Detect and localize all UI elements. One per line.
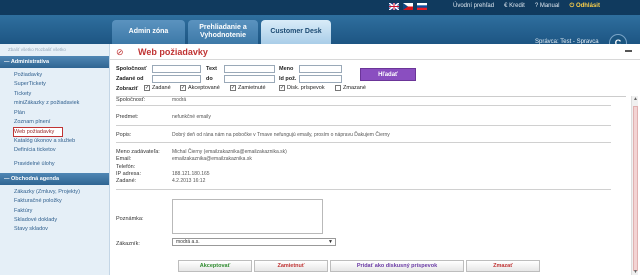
checkbox-deleted-box[interactable] bbox=[335, 85, 341, 91]
reject-button[interactable]: Zamietnuť bbox=[254, 260, 328, 272]
tab-admin-zone[interactable]: Admin zóna bbox=[112, 20, 185, 44]
divider bbox=[116, 189, 611, 190]
company-field-label: Spoločnosť: bbox=[116, 97, 146, 103]
add-discussion-button[interactable]: Pridať ako diskusný príspevok bbox=[330, 260, 464, 272]
description-value: Dobrý deň od rána nám na pobočke v Trnav… bbox=[172, 132, 390, 138]
home-link[interactable]: Úvodní prehľad bbox=[453, 3, 494, 10]
description-label: Popis: bbox=[116, 132, 132, 138]
sidebar-item-fulfillment-list[interactable]: Zoznam plnení bbox=[0, 118, 109, 127]
checkbox-accepted-box[interactable]: ✓ bbox=[180, 85, 186, 91]
filter-form: Spoločnosť Text Meno Zadané od do Id pož… bbox=[116, 65, 633, 95]
sidebar-item-requests[interactable]: Požiadavky bbox=[0, 71, 109, 80]
sidebar-item-regular-tasks[interactable]: Pravidelné úlohy bbox=[0, 160, 109, 169]
request-id-label: Id pož. bbox=[279, 76, 297, 82]
accept-button[interactable]: Akceptovať bbox=[178, 260, 252, 272]
checkbox-entered[interactable]: ✓ Zadané bbox=[144, 85, 171, 91]
scroll-down-icon[interactable]: ▼ bbox=[632, 269, 639, 275]
checkbox-rejected-box[interactable]: ✓ bbox=[230, 85, 236, 91]
to-label: do bbox=[206, 76, 213, 82]
scrollbar-thumb[interactable] bbox=[633, 106, 638, 271]
sidebar-item-contracts[interactable]: Zákazky (Zmluvy, Projekty) bbox=[0, 188, 109, 197]
sidebar-item-web-requests[interactable]: Web požiadavky bbox=[13, 127, 63, 137]
sidebar-item-stock-levels[interactable]: Stavy skladov bbox=[0, 225, 109, 234]
vertical-scrollbar[interactable]: ▲ ▼ bbox=[631, 96, 638, 275]
show-label: Zobraziť bbox=[116, 86, 139, 92]
search-button[interactable]: Hľadať bbox=[360, 68, 416, 81]
main-tabs: Admin zóna Prehliadanie a Vyhodnotenie C… bbox=[0, 15, 640, 52]
slovak-flag-icon[interactable] bbox=[417, 3, 427, 10]
delete-button[interactable]: Zmazať bbox=[466, 260, 540, 272]
scroll-up-icon[interactable]: ▲ bbox=[632, 96, 639, 102]
checkbox-discussion[interactable]: ✓ Disk. príspevok bbox=[279, 85, 325, 91]
company-label: Spoločnosť bbox=[116, 66, 147, 72]
submitter-name-label: Meno zadávateľa: bbox=[116, 149, 160, 155]
customer-label: Zákazník: bbox=[116, 241, 140, 247]
from-date-input[interactable] bbox=[152, 75, 201, 83]
section-header-administration[interactable]: — Administratíva bbox=[0, 56, 109, 68]
submitter-name-value: Michal Čierny (emailzakaznika@emailzakaz… bbox=[172, 149, 287, 155]
note-textarea[interactable] bbox=[172, 199, 323, 234]
divider bbox=[116, 142, 611, 143]
section-header-business[interactable]: — Obchodná agenda bbox=[0, 172, 109, 185]
request-id-input[interactable] bbox=[299, 75, 342, 83]
sidebar-item-catalog[interactable]: Katalóg úkonov a služieb bbox=[0, 137, 109, 146]
subject-value: nefunkčné emaily bbox=[172, 114, 211, 120]
tab-browsing-evaluation[interactable]: Prehliadanie a Vyhodnotenie bbox=[188, 20, 258, 44]
expand-collapse-links[interactable]: Zbaliť všetko Rozbaliť všetko bbox=[0, 44, 109, 56]
name-input[interactable] bbox=[299, 65, 342, 73]
checkbox-accepted[interactable]: ✓ Akceptované bbox=[180, 85, 220, 91]
name-label: Meno bbox=[279, 66, 294, 72]
from-label: Zadané od bbox=[116, 76, 144, 82]
page-header: ⊘ Web požiadavky bbox=[110, 44, 640, 60]
top-bar: Úvodní prehľad € Kredit ? Manual ⏻ Odhlá… bbox=[0, 0, 640, 15]
sidebar: Zbaliť všetko Rozbaliť všetko — Administ… bbox=[0, 44, 110, 275]
text-input[interactable] bbox=[224, 65, 275, 73]
ip-value: 188.121.180.165 bbox=[172, 171, 210, 177]
phone-label: Telefón: bbox=[116, 164, 136, 170]
chevron-down-icon: ▼ bbox=[328, 239, 333, 245]
text-label: Text bbox=[206, 66, 217, 72]
web-request-icon: ⊘ bbox=[116, 47, 124, 57]
divider bbox=[116, 105, 611, 106]
sidebar-item-invoice-items[interactable]: Fakturačné položky bbox=[0, 197, 109, 206]
company-input[interactable] bbox=[152, 65, 201, 73]
note-label: Poznámka: bbox=[116, 216, 144, 222]
subject-label: Predmet: bbox=[116, 114, 139, 120]
czech-flag-icon[interactable] bbox=[403, 3, 413, 10]
email-value: emailzakaznika@emailzakaznika.sk bbox=[172, 156, 252, 162]
sidebar-item-ticket-definition[interactable]: Definícia ticketov bbox=[0, 146, 109, 155]
checkbox-deleted[interactable]: Zmazané bbox=[335, 85, 366, 91]
manual-link[interactable]: ? Manual bbox=[535, 3, 560, 10]
sidebar-item-invoices[interactable]: Faktúry bbox=[0, 207, 109, 216]
to-date-input[interactable] bbox=[224, 75, 275, 83]
minimize-icon[interactable] bbox=[625, 50, 632, 52]
sidebar-item-supertickets[interactable]: SuperTickety bbox=[0, 80, 109, 89]
sidebar-item-tickets[interactable]: Tickety bbox=[0, 90, 109, 99]
credit-link[interactable]: € Kredit bbox=[504, 3, 525, 10]
email-label: Email: bbox=[116, 156, 132, 162]
ip-label: IP adresa: bbox=[116, 171, 141, 177]
date-label: Zadané: bbox=[116, 178, 137, 184]
page-title: Web požiadavky bbox=[138, 47, 208, 57]
sidebar-item-warehouse-docs[interactable]: Skladové doklady bbox=[0, 216, 109, 225]
divider bbox=[116, 125, 611, 126]
logout-link[interactable]: ⏻ Odhlásit bbox=[570, 3, 600, 10]
date-value: 4.2.2013 16:12 bbox=[172, 178, 206, 184]
checkbox-discussion-box[interactable]: ✓ bbox=[279, 85, 285, 91]
request-detail: Spoločnosť: modrá Predmet: nefunkčné ema… bbox=[116, 96, 626, 275]
sidebar-item-mini-orders[interactable]: miniZákazky z požiadaviek bbox=[0, 99, 109, 108]
checkbox-rejected[interactable]: ✓ Zamietnuté bbox=[230, 85, 266, 91]
sidebar-item-plan[interactable]: Plán bbox=[0, 109, 109, 118]
customer-select[interactable]: modrá a.s. ▼ bbox=[172, 238, 336, 246]
tab-customer-desk[interactable]: Customer Desk bbox=[261, 20, 331, 44]
company-field-value: modrá bbox=[172, 97, 187, 103]
checkbox-entered-box[interactable]: ✓ bbox=[144, 85, 150, 91]
uk-flag-icon[interactable] bbox=[388, 2, 400, 11]
